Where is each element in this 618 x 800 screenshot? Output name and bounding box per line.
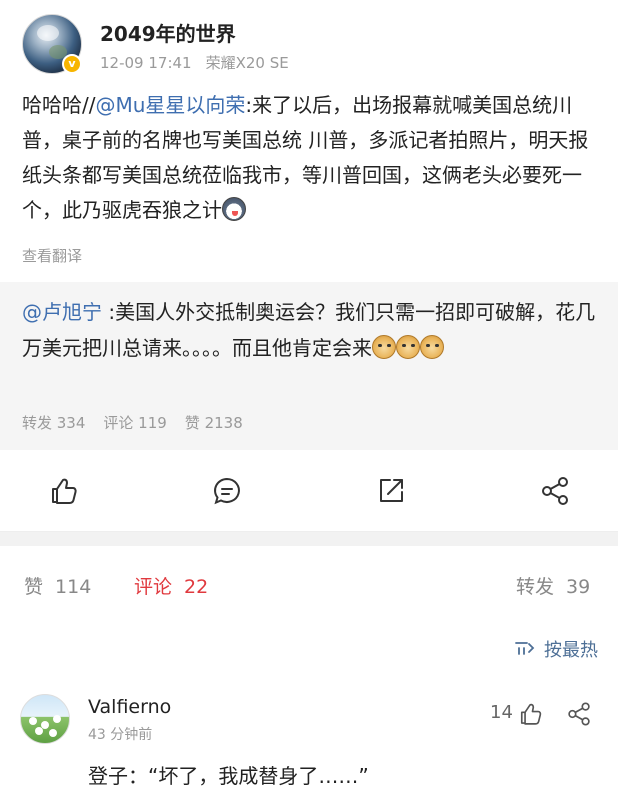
interaction-tabs: 赞 114 评论 22 转发 39 [0, 546, 618, 626]
post-date: 12-09 17:41 [100, 54, 192, 72]
tab-forwards-label: 转发 [516, 576, 555, 598]
tab-forwards-count: 39 [566, 576, 591, 598]
comment-thumbs-up-icon[interactable] [516, 700, 544, 728]
verified-badge-icon: v [62, 54, 82, 74]
repost-stats: 转发 334 评论 119 赞 2138 [22, 412, 243, 433]
doge-emoji-icon [420, 335, 444, 359]
comment-item: Valfierno 43 分钟前 14 登子：“坏了，我成替身了……” [20, 690, 600, 800]
repost-like-count[interactable]: 赞 2138 [185, 414, 243, 432]
post-username[interactable]: 2049年的世界 [100, 18, 236, 47]
comment-icon[interactable] [210, 474, 244, 508]
tab-likes-count: 114 [55, 576, 92, 598]
section-separator [0, 532, 618, 546]
thumbs-up-icon[interactable] [46, 474, 80, 508]
sort-label: 按最热 [544, 640, 598, 661]
commenter-avatar[interactable] [20, 694, 70, 744]
comment-time: 43 分钟前 [88, 727, 153, 743]
comment-like-count: 14 [490, 702, 513, 723]
tab-comments[interactable]: 评论 22 [134, 572, 208, 599]
doge-emoji-icon [372, 335, 396, 359]
repost-text: @卢旭宁 :美国人外交抵制奥运会？我们只需一招即可破解，花几万美元把川总请来。。… [22, 294, 600, 366]
action-bar [0, 450, 618, 532]
post-text: 哈哈哈//@Mu星星以向荣:来了以后，出场报幕就喊美国总统川普，桌子前的名牌也写… [22, 88, 600, 228]
reposted-content[interactable]: @卢旭宁 :美国人外交抵制奥运会？我们只需一招即可破解，花几万美元把川总请来。。… [0, 282, 618, 450]
tab-forwards[interactable]: 转发 39 [516, 572, 590, 599]
tab-comments-count: 22 [184, 576, 209, 598]
doge-emoji-icon [396, 335, 420, 359]
repost-comment-count[interactable]: 评论 119 [103, 414, 166, 432]
comment-share-icon[interactable] [565, 700, 593, 728]
sort-icon [514, 640, 536, 660]
tab-likes-label: 赞 [24, 576, 44, 598]
repost-mention-link[interactable]: @卢旭宁 [22, 300, 102, 324]
post-mention-link[interactable]: @Mu星星以向荣 [95, 93, 245, 117]
tab-likes[interactable]: 赞 114 [24, 572, 91, 599]
sort-button[interactable]: 按最热 [514, 636, 598, 662]
forward-icon[interactable] [374, 474, 408, 508]
commenter-name[interactable]: Valfierno [88, 696, 171, 718]
repost-body: :美国人外交抵制奥运会？我们只需一招即可破解，花几万美元把川总请来。。。。而且他… [22, 300, 596, 360]
post-header: v 2049年的世界 12-09 17:41 荣耀X20 SE [22, 14, 602, 84]
husky-emoji-icon [222, 197, 246, 221]
translate-link[interactable]: 查看翻译 [22, 245, 82, 266]
comment-text: 登子：“坏了，我成替身了……” [88, 764, 369, 788]
repost-forward-count[interactable]: 转发 334 [22, 414, 85, 432]
post-device: 荣耀X20 SE [205, 54, 289, 72]
post-meta: 12-09 17:41 荣耀X20 SE [100, 52, 289, 73]
share-icon[interactable] [538, 474, 572, 508]
tab-comments-label: 评论 [134, 576, 173, 598]
post-text-prefix: 哈哈哈// [22, 93, 96, 117]
